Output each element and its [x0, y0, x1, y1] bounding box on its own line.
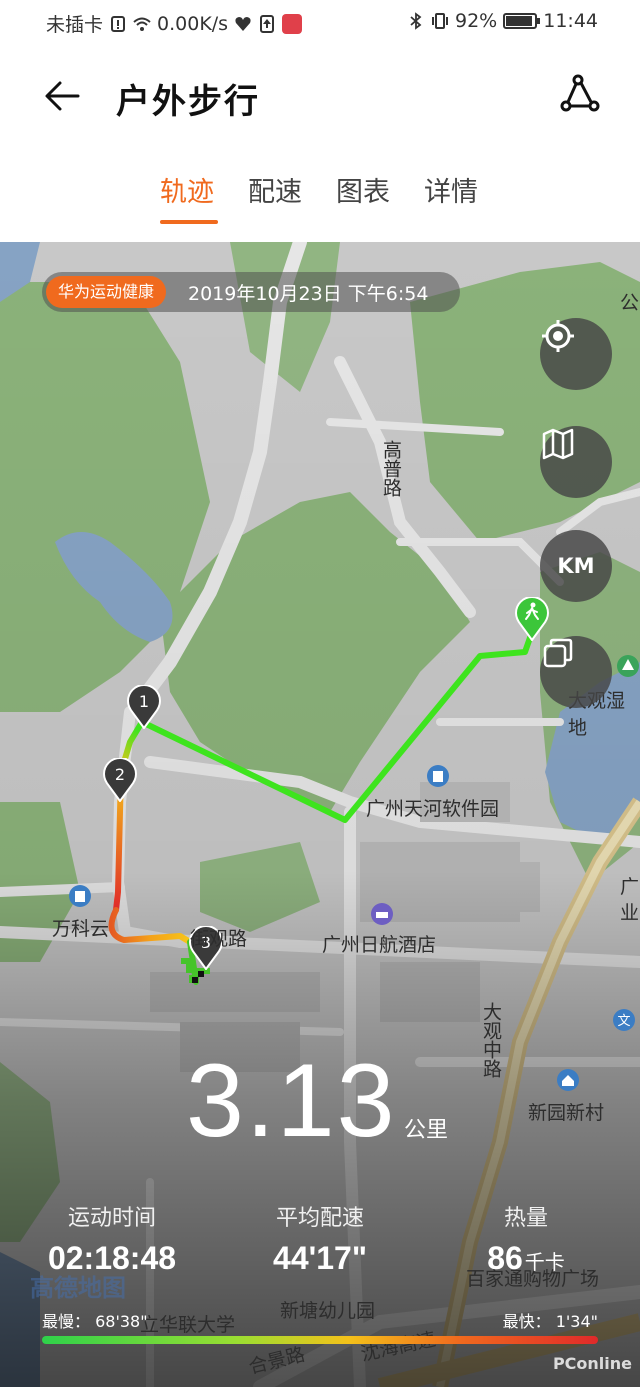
- app-notification-icon: [282, 13, 303, 34]
- pconline-watermark: PConline: [552, 1354, 632, 1373]
- km-marker-1-label: 1: [139, 692, 149, 711]
- tab-chart[interactable]: 图表: [336, 170, 390, 209]
- vibrate-icon: [432, 13, 448, 29]
- stat-calories: 热量 86 千卡: [426, 1200, 626, 1277]
- map-label-xintang-kindergarten: 新塘幼儿园: [280, 1300, 376, 1322]
- carrier-text: 未插卡: [46, 14, 104, 36]
- header: 户外步行: [0, 50, 640, 140]
- network-speed: 0.00K/s: [157, 12, 229, 35]
- km-marker-2[interactable]: 2: [103, 758, 137, 802]
- tab-details[interactable]: 详情: [424, 170, 478, 209]
- map-label-tianhe-park: 广州天河软件园: [366, 798, 500, 820]
- pace-fastest: 最快： 1'34": [502, 1312, 598, 1331]
- bluetooth-icon: [410, 12, 422, 30]
- unit-toggle-button[interactable]: KM: [540, 530, 612, 602]
- workout-info-pill: 华为运动健康 2019年10月23日 下午6:54: [42, 272, 460, 312]
- map-label-gaopu-road: 高普路: [380, 440, 402, 497]
- svg-text:文: 文: [617, 1014, 630, 1029]
- km-marker-1[interactable]: 1: [127, 685, 161, 729]
- workout-datetime: 2019年10月23日 下午6:54: [188, 283, 429, 305]
- locate-button[interactable]: [540, 318, 612, 390]
- pace-slowest: 最慢： 68'38": [42, 1312, 148, 1331]
- distance-unit: 公里: [404, 1118, 449, 1143]
- house-poi-icon: [557, 1069, 579, 1091]
- building-poi-icon-2: [69, 885, 91, 907]
- layers-button[interactable]: [540, 636, 612, 708]
- distance-value: 3.13: [186, 1043, 397, 1159]
- heart-icon: [235, 16, 251, 31]
- tab-bar: 轨迹 配速 图表 详情: [0, 170, 640, 230]
- stat-calories-number: 86: [487, 1240, 523, 1276]
- arrow-left-icon[interactable]: [40, 72, 88, 120]
- stat-duration: 运动时间 02:18:48: [12, 1200, 212, 1277]
- map-label-gong: 公: [620, 292, 640, 314]
- alert-icon: [111, 15, 126, 32]
- map-icon: [542, 428, 574, 460]
- layers-icon: [543, 638, 573, 668]
- map-label-wanke: 万科云: [52, 918, 110, 940]
- wifi-icon: [133, 17, 151, 31]
- battery-icon: [503, 13, 541, 29]
- amap-logo: 高德地图: [30, 1274, 126, 1302]
- stat-pace-label: 平均配速: [275, 1206, 364, 1231]
- map-label-guang: 广: [620, 876, 640, 898]
- stat-duration-label: 运动时间: [67, 1206, 156, 1231]
- brand-badge: 华为运动健康: [46, 276, 167, 308]
- building-poi-icon: [427, 765, 449, 787]
- culture-poi-icon: 文: [613, 1009, 635, 1031]
- tab-pace[interactable]: 配速: [248, 170, 302, 209]
- status-bar: 未插卡 0.00K/s 92% 11:44: [0, 0, 640, 44]
- locate-icon: [542, 320, 574, 352]
- map-label-hualian-university: 立华联大学: [140, 1314, 236, 1336]
- stat-pace-value: 44'17": [220, 1240, 420, 1277]
- km-marker-2-label: 2: [115, 765, 125, 784]
- map-label-rihang-hotel: 广州日航酒店: [322, 934, 437, 956]
- hotel-poi-icon: [371, 903, 393, 925]
- stat-calories-unit: 千卡: [524, 1252, 565, 1274]
- tab-track[interactable]: 轨迹: [160, 170, 214, 209]
- stat-pace-number: 44'17": [273, 1240, 367, 1276]
- stat-avg-pace: 平均配速 44'17": [220, 1200, 420, 1277]
- map-label-jieguan-road: 街观路: [190, 928, 248, 950]
- stat-calories-label: 热量: [503, 1206, 548, 1231]
- start-walker-icon[interactable]: [515, 597, 549, 641]
- battery-percent: 92%: [455, 10, 498, 32]
- clock: 11:44: [543, 10, 598, 32]
- page-title: 户外步行: [116, 82, 260, 122]
- route-share-icon[interactable]: [556, 70, 604, 118]
- map-view[interactable]: 1 2 3 高普路 广州天河软件园 广州日航酒店 万科云 街观路 大观中路 新园…: [0, 242, 640, 1387]
- park-poi-icon: [617, 655, 639, 677]
- map-label-ye: 业: [620, 902, 640, 924]
- upload-icon: [260, 14, 275, 33]
- map-label-daguan-road: 大观中路: [480, 1002, 502, 1078]
- pace-legend-bar: [42, 1336, 598, 1344]
- map-label-xinhui-village: 新园新村: [528, 1102, 605, 1124]
- map-style-button[interactable]: [540, 426, 612, 498]
- stat-calories-value: 86 千卡: [426, 1240, 626, 1277]
- tab-indicator: [160, 220, 218, 224]
